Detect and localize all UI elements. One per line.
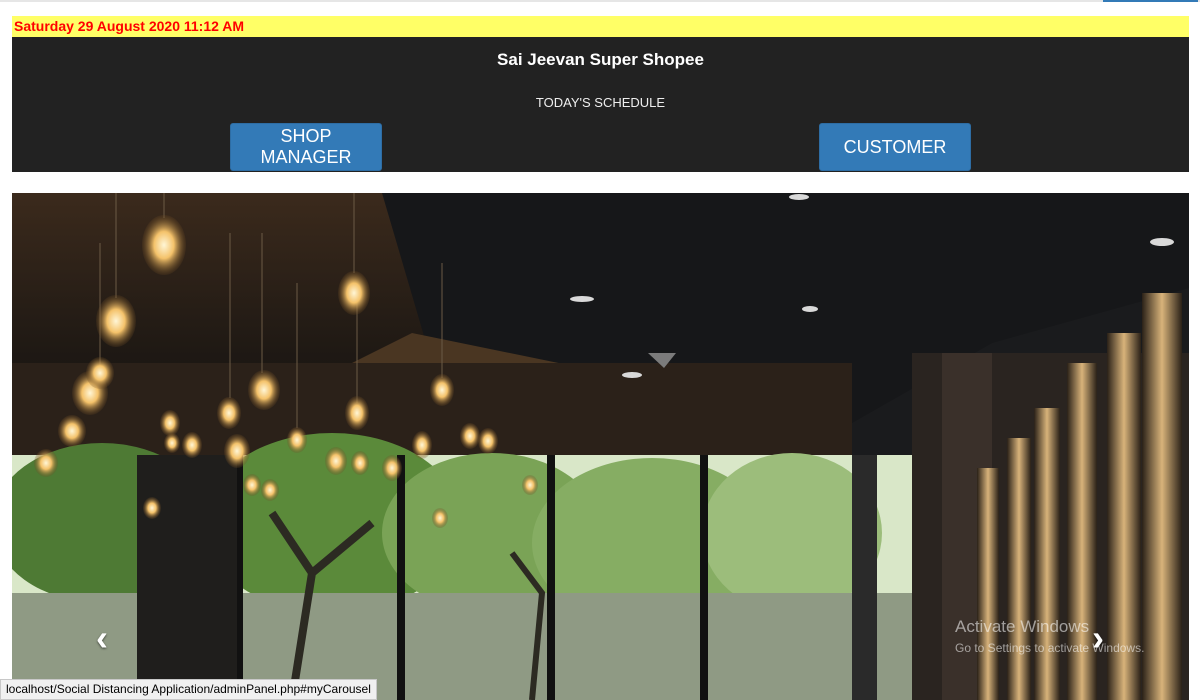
status-bar-url: localhost/Social Distancing Application/… [0,679,377,700]
shop-name: Sai Jeevan Super Shopee [497,50,704,69]
current-datetime: Saturday 29 August 2020 11:12 AM [14,18,245,34]
date-bar: Saturday 29 August 2020 11:12 AM [12,16,1189,37]
customer-button[interactable]: CUSTOMER [819,123,971,171]
watermark-title: Activate Windows [955,617,1090,636]
top-border [0,0,1200,2]
image-carousel[interactable]: ‹ › Activate Windows Go to Settings to a… [12,193,1189,700]
shop-manager-button[interactable]: SHOP MANAGER [230,123,382,171]
watermark-subtitle: Go to Settings to activate Windows. [955,641,1145,655]
top-right-button-edge[interactable] [1103,0,1198,2]
carousel-prev-icon[interactable]: ‹ [82,613,122,663]
header-panel: Sai Jeevan Super Shopee TODAY'S SCHEDULE… [12,37,1189,172]
windows-activation-watermark: Activate Windows Go to Settings to activ… [955,617,1144,655]
schedule-label: TODAY'S SCHEDULE [535,95,666,110]
